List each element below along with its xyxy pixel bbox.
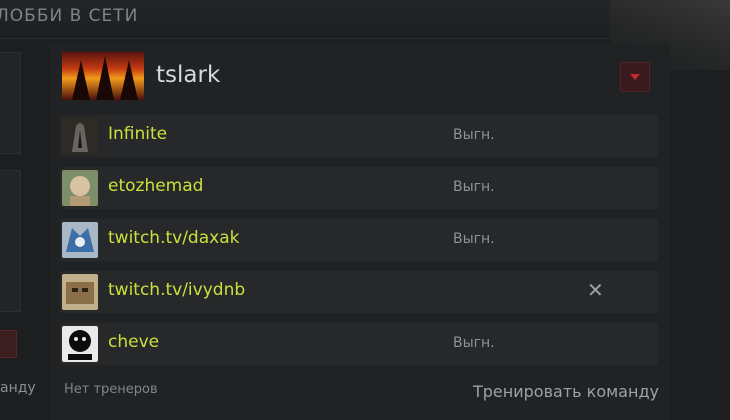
close-icon[interactable]: ✕ xyxy=(587,278,604,302)
train-team-button[interactable]: Тренировать команду xyxy=(473,382,659,401)
logo-flame-shape xyxy=(72,60,90,100)
left-panel-label: анду xyxy=(0,380,36,396)
team-menu-button[interactable] xyxy=(620,62,650,92)
player-avatar-icon xyxy=(62,222,98,258)
player-avatar-icon xyxy=(62,118,98,154)
player-avatar-icon xyxy=(62,274,98,310)
kick-status[interactable]: Выгн. xyxy=(453,335,495,351)
coaches-label: Нет тренеров xyxy=(64,382,158,397)
chevron-down-icon xyxy=(630,74,640,80)
kick-status[interactable]: Выгн. xyxy=(453,231,495,247)
kick-status[interactable]: Выгн. xyxy=(453,127,495,143)
player-name[interactable]: twitch.tv/ivydnb xyxy=(108,280,245,300)
top-bar: ЛОББИ В СЕТИ xyxy=(0,0,730,70)
team-logo-icon xyxy=(62,52,144,100)
kick-status[interactable]: Выгн. xyxy=(453,179,495,195)
player-avatar-icon xyxy=(62,170,98,206)
left-dropdown-button[interactable] xyxy=(0,330,17,358)
logo-flame-shape xyxy=(96,56,114,100)
left-panel-block xyxy=(0,170,21,312)
left-panel-edge xyxy=(0,52,21,382)
player-name[interactable]: cheve xyxy=(108,332,159,352)
section-title: ЛОББИ В СЕТИ xyxy=(0,6,139,26)
player-row[interactable]: twitch.tv/ivydnb ✕ xyxy=(60,271,658,313)
player-row[interactable]: Infinite Выгн. xyxy=(60,115,658,157)
player-avatar-icon xyxy=(62,326,98,362)
player-row[interactable]: cheve Выгн. xyxy=(60,323,658,365)
player-row[interactable]: etozhemad Выгн. xyxy=(60,167,658,209)
logo-flame-shape xyxy=(120,60,138,100)
player-name[interactable]: etozhemad xyxy=(108,176,203,196)
team-name[interactable]: tslark xyxy=(156,62,220,88)
player-row[interactable]: twitch.tv/daxak Выгн. xyxy=(60,219,658,261)
left-panel-block xyxy=(0,52,21,154)
team-header: tslark xyxy=(60,52,660,102)
player-name[interactable]: Infinite xyxy=(108,124,167,144)
player-name[interactable]: twitch.tv/daxak xyxy=(108,228,239,248)
